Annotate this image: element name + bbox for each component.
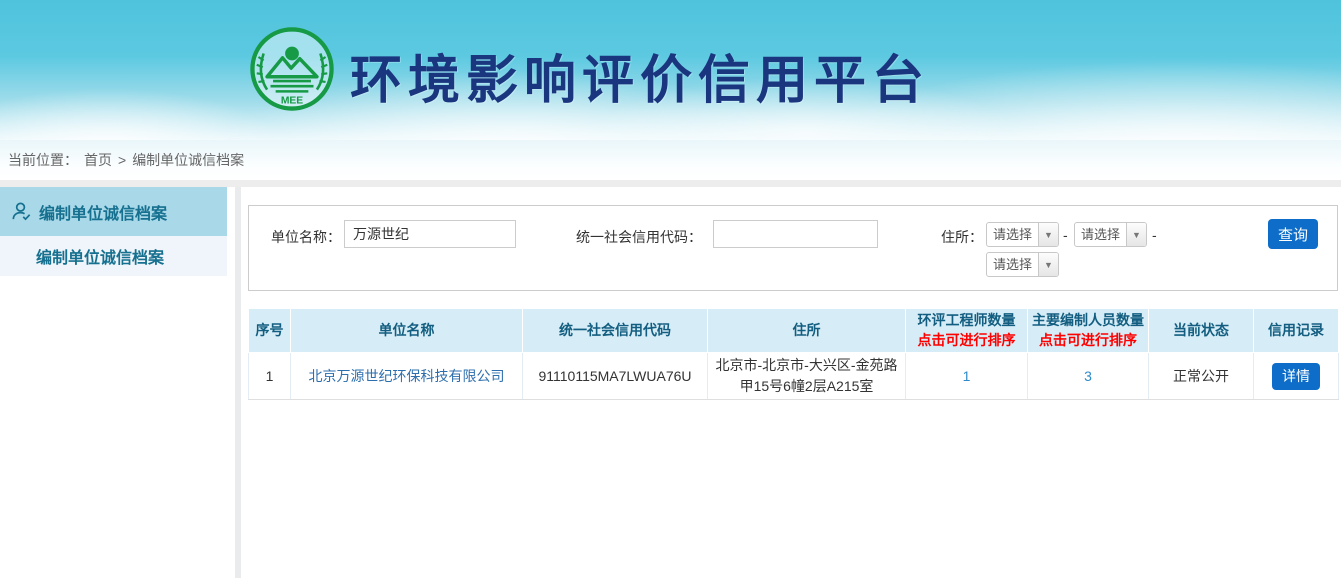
unit-name-label: 单位名称：	[271, 227, 341, 247]
breadcrumb-current: 编制单位诚信档案	[132, 150, 244, 170]
mee-logo: MEE	[249, 26, 335, 112]
sidebar-item-unit-credit-archive[interactable]: 编制单位诚信档案	[0, 187, 227, 236]
column-header-unit-name: 单位名称	[291, 309, 523, 353]
credit-code-input[interactable]	[713, 220, 878, 248]
chevron-down-icon[interactable]: ▼	[1038, 223, 1058, 246]
address-dash: -	[1063, 227, 1068, 243]
select-value: 请选择	[987, 223, 1038, 246]
address-label: 住所：	[941, 227, 983, 247]
breadcrumb-home-link[interactable]: 首页	[84, 150, 112, 170]
cell-status: 正常公开	[1149, 353, 1254, 400]
sidebar-item-label: 编制单位诚信档案	[39, 200, 167, 224]
table-header-row: 序号 单位名称 统一社会信用代码 住所 环评工程师数量 点击可进行排序 主要编制…	[249, 309, 1339, 353]
breadcrumb: 当前位置： 首页 > 编制单位诚信档案	[0, 140, 1341, 180]
sidebar-subitem-label: 编制单位诚信档案	[36, 244, 164, 268]
sort-hint: 点击可进行排序	[908, 331, 1025, 351]
column-header-address: 住所	[708, 309, 906, 353]
select-value: 请选择	[987, 253, 1038, 276]
breadcrumb-label: 当前位置：	[8, 150, 78, 170]
site-header: MEE 环境影响评价信用平台	[0, 0, 1341, 140]
result-table: 序号 单位名称 统一社会信用代码 住所 环评工程师数量 点击可进行排序 主要编制…	[248, 308, 1339, 400]
search-panel: 单位名称： 统一社会信用代码： 住所： 请选择 ▼ - 请选择 ▼ - 请选择 …	[248, 205, 1338, 291]
main-panel: 单位名称： 统一社会信用代码： 住所： 请选择 ▼ - 请选择 ▼ - 请选择 …	[248, 187, 1338, 578]
address-province-select[interactable]: 请选择 ▼	[986, 222, 1059, 247]
person-check-icon	[10, 200, 33, 223]
content-area: 编制单位诚信档案 编制单位诚信档案 单位名称： 统一社会信用代码： 住所： 请选…	[0, 187, 1341, 578]
column-header-credit-code: 统一社会信用代码	[523, 309, 708, 353]
detail-button[interactable]: 详情	[1272, 363, 1320, 390]
unit-name-link[interactable]: 北京万源世纪环保科技有限公司	[309, 368, 505, 384]
table-row: 1 北京万源世纪环保科技有限公司 91110115MA7LWUA76U 北京市-…	[249, 353, 1339, 400]
address-district-select[interactable]: 请选择 ▼	[986, 252, 1059, 277]
select-value: 请选择	[1075, 223, 1126, 246]
staff-count-link[interactable]: 3	[1084, 368, 1092, 384]
column-label: 主要编制人员数量	[1032, 312, 1144, 328]
engineer-count-link[interactable]: 1	[963, 368, 971, 384]
address-city-select[interactable]: 请选择 ▼	[1074, 222, 1147, 247]
query-button[interactable]: 查询	[1268, 219, 1318, 249]
credit-code-label: 统一社会信用代码：	[576, 227, 702, 247]
column-header-credit-record: 信用记录	[1254, 309, 1339, 353]
chevron-down-icon[interactable]: ▼	[1038, 253, 1058, 276]
column-label: 环评工程师数量	[918, 312, 1016, 328]
sidebar-subitem-unit-credit-archive[interactable]: 编制单位诚信档案	[0, 236, 227, 276]
cell-index: 1	[249, 353, 291, 400]
breadcrumb-separator: >	[118, 152, 126, 168]
unit-name-input[interactable]	[344, 220, 516, 248]
sort-hint: 点击可进行排序	[1030, 331, 1146, 351]
chevron-down-icon[interactable]: ▼	[1126, 223, 1146, 246]
column-header-status: 当前状态	[1149, 309, 1254, 353]
column-header-engineer-count[interactable]: 环评工程师数量 点击可进行排序	[906, 309, 1028, 353]
cell-credit-code: 91110115MA7LWUA76U	[523, 353, 708, 400]
page-title: 环境影响评价信用平台	[350, 38, 930, 113]
sidebar: 编制单位诚信档案 编制单位诚信档案	[0, 187, 227, 578]
logo-mee-text: MEE	[281, 95, 303, 106]
header-divider-strip	[0, 180, 1341, 187]
column-header-index: 序号	[249, 309, 291, 353]
column-header-staff-count[interactable]: 主要编制人员数量 点击可进行排序	[1028, 309, 1149, 353]
vertical-divider	[235, 187, 241, 578]
cell-address: 北京市-北京市-大兴区-金苑路甲15号6幢2层A215室	[708, 353, 906, 400]
address-dash: -	[1152, 227, 1157, 243]
